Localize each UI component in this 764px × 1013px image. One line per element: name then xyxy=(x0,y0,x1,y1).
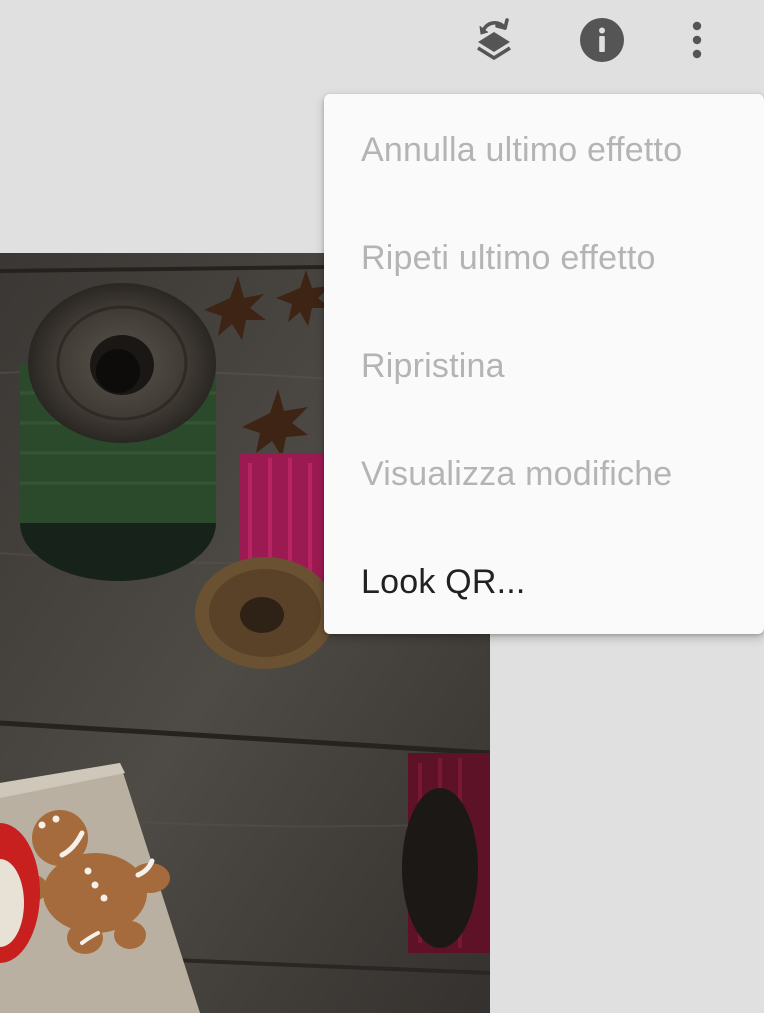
menu-item-undo-last-effect[interactable]: Annulla ultimo effetto xyxy=(324,96,764,204)
layers-undo-icon[interactable] xyxy=(466,12,522,68)
top-toolbar xyxy=(0,0,764,82)
menu-item-redo-last-effect[interactable]: Ripeti ultimo effetto xyxy=(324,204,764,312)
menu-item-view-edits[interactable]: Visualizza modifiche xyxy=(324,420,764,528)
info-icon[interactable] xyxy=(576,14,628,66)
menu-item-qr-look[interactable]: Look QR... xyxy=(324,528,764,636)
more-vert-icon[interactable] xyxy=(676,14,718,66)
overflow-menu: Annulla ultimo effetto Ripeti ultimo eff… xyxy=(324,94,764,634)
menu-item-revert[interactable]: Ripristina xyxy=(324,312,764,420)
